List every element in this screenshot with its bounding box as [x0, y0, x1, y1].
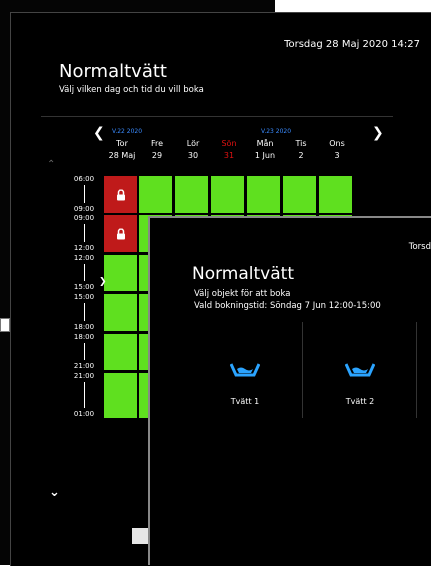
- day-date: 1 Jun: [254, 151, 276, 160]
- day-date: 30: [187, 151, 199, 160]
- time-slot-end: 12:00: [73, 244, 95, 252]
- selected-booking-time: Vald bokningstid: Söndag 7 Jun 12:00-15:…: [194, 301, 381, 311]
- time-slot-start: 12:00: [73, 254, 95, 262]
- lock-icon: [116, 224, 125, 243]
- available-slot[interactable]: [211, 176, 244, 213]
- booked-slot[interactable]: [104, 176, 137, 213]
- day-header: Mån 1 Jun: [248, 138, 282, 162]
- day-name: Tor: [116, 139, 128, 148]
- scroll-up-icon[interactable]: ⌃: [47, 159, 55, 170]
- day-header: Sön 31: [212, 138, 246, 162]
- page-title: Normaltvätt: [59, 61, 167, 82]
- day-header: Ons 3: [320, 138, 354, 162]
- row-pointer-icon: ❯: [99, 277, 107, 287]
- scroll-down-icon[interactable]: ⌄: [49, 485, 60, 500]
- time-range-line: [84, 264, 85, 281]
- time-slot-end: 01:00: [73, 410, 95, 418]
- time-range-line: [84, 224, 85, 242]
- time-slot-end: 15:00: [73, 283, 95, 291]
- next-week-arrow-icon[interactable]: ❯: [372, 125, 384, 141]
- object-label: Tvätt 2: [345, 397, 375, 406]
- day-name: Fre: [150, 139, 164, 148]
- washing-basin-icon: [344, 360, 376, 382]
- available-slot[interactable]: [175, 176, 208, 213]
- time-slot-end: 09:00: [73, 205, 95, 213]
- booked-slot[interactable]: [104, 215, 137, 252]
- time-slot-start: 15:00: [73, 293, 95, 301]
- time-slot-start: 18:00: [73, 333, 95, 341]
- day-date: 29: [151, 151, 163, 160]
- time-range-line: [84, 303, 85, 321]
- available-slot[interactable]: [139, 176, 172, 213]
- day-date: 28 Maj: [108, 151, 136, 160]
- available-slot[interactable]: [319, 176, 352, 213]
- time-slot-start: 06:00: [73, 175, 95, 183]
- page-subtitle: Välj objekt för att boka: [194, 289, 291, 299]
- lock-icon: [116, 185, 125, 204]
- page-title: Normaltvätt: [192, 264, 294, 284]
- available-slot[interactable]: [104, 334, 137, 370]
- time-slot-start: 21:00: [73, 372, 95, 380]
- edge-tab: [0, 318, 10, 332]
- prev-week-arrow-icon[interactable]: ❮: [93, 125, 105, 141]
- washing-basin-icon: [229, 360, 261, 382]
- time-range-line: [84, 343, 85, 360]
- time-range-line: [84, 185, 85, 203]
- white-box: [132, 528, 148, 544]
- day-date: 2: [298, 151, 304, 160]
- day-name: Mån: [256, 139, 274, 148]
- available-slot[interactable]: [104, 373, 137, 418]
- week-label-1: V.22 2020: [112, 128, 143, 135]
- day-header: Lör 30: [176, 138, 210, 162]
- day-name: Ons: [329, 139, 345, 148]
- week-label-2: V.23 2020: [261, 128, 292, 135]
- header-date-partial: Torsd: [408, 242, 431, 252]
- time-slot-end: 21:00: [73, 362, 95, 370]
- day-header: Tor 28 Maj: [105, 138, 139, 162]
- available-slot[interactable]: [247, 176, 280, 213]
- divider: [41, 116, 393, 117]
- day-date: 3: [334, 151, 340, 160]
- time-slot-end: 18:00: [73, 323, 95, 331]
- object-selection-screen: Torsd Normaltvätt Välj objekt för att bo…: [148, 216, 431, 565]
- day-name: Lör: [186, 139, 200, 148]
- day-header: Tis 2: [284, 138, 318, 162]
- day-date: 31: [223, 151, 235, 160]
- day-header: Fre 29: [140, 138, 174, 162]
- datetime: Torsdag 28 Maj 2020 14:27: [284, 39, 420, 50]
- object-label: Tvätt 1: [230, 397, 260, 406]
- object-separator: [302, 322, 303, 418]
- available-slot[interactable]: [104, 294, 137, 331]
- time-slot-start: 09:00: [73, 214, 95, 222]
- day-name: Sön: [221, 139, 237, 148]
- day-name: Tis: [295, 139, 307, 148]
- available-slot[interactable]: [104, 255, 137, 291]
- page-subtitle: Välj vilken dag och tid du vill boka: [59, 85, 204, 95]
- time-range-line: [84, 382, 85, 408]
- available-slot[interactable]: [283, 176, 316, 213]
- object-separator: [416, 322, 417, 418]
